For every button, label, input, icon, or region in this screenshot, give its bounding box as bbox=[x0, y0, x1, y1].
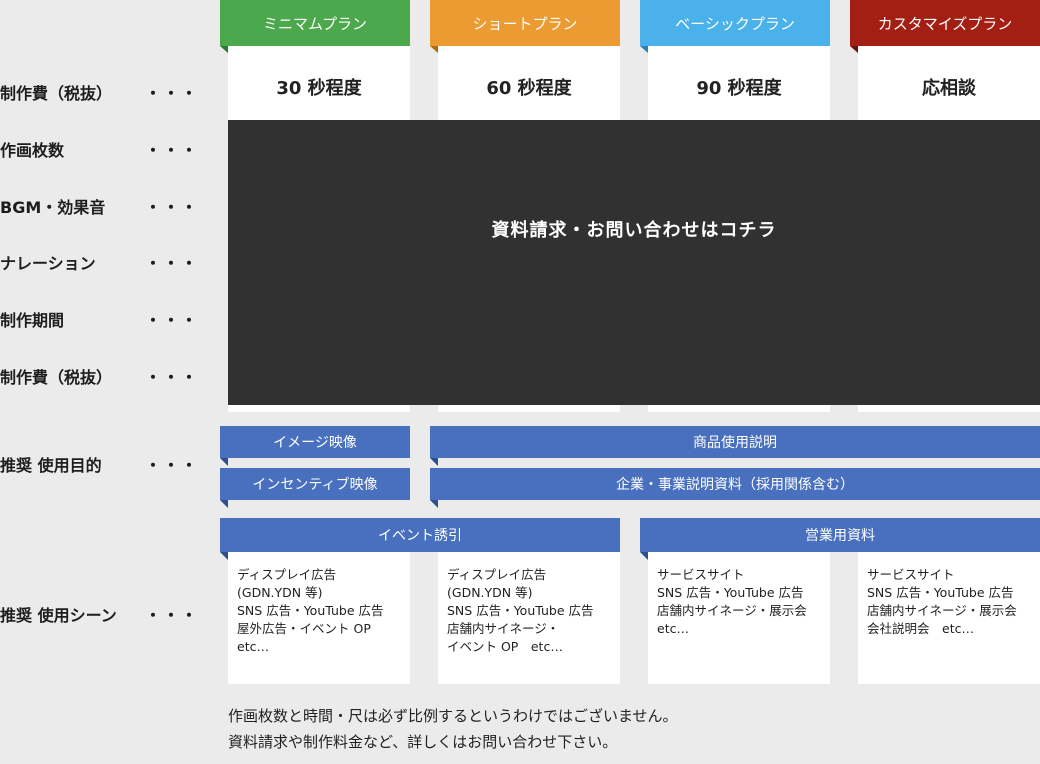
note-line-2: 資料請求や制作料金など、詳しくはお問い合わせ下さい。 bbox=[228, 733, 618, 751]
plan-price-minimum: 30 秒程度 bbox=[276, 78, 362, 99]
purpose-corporate-docs: 企業・事業説明資料（採用関係含む） bbox=[430, 468, 1040, 508]
scene-line: SNS 広告・YouTube 広告 bbox=[867, 585, 1014, 600]
plan-header-minimum[interactable]: ミニマムプラン bbox=[220, 0, 410, 46]
scene-line: 会社説明会 etc… bbox=[867, 621, 974, 636]
row-label-scene: 推奨 使用シーン ・・・ bbox=[0, 606, 200, 625]
scene-line: 店舗内サイネージ・ bbox=[447, 621, 560, 636]
purpose-event: イベント誘引 bbox=[220, 518, 620, 560]
scene-box-short: ディスプレイ広告 (GDN.YDN 等) SNS 広告・YouTube 広告 店… bbox=[438, 552, 620, 684]
row-label-bgm: BGM・効果音 ・・・ bbox=[0, 198, 200, 217]
scene-line: ディスプレイ広告 bbox=[447, 567, 547, 582]
header-fold bbox=[220, 46, 228, 53]
purpose-image-video: イメージ映像 bbox=[220, 426, 410, 466]
header-fold bbox=[640, 46, 648, 53]
purpose-product-usage: 商品使用説明 bbox=[430, 426, 1040, 466]
contact-overlay-text[interactable]: 資料請求・お問い合わせはコチラ bbox=[492, 216, 777, 242]
plan-header-basic[interactable]: ベーシックプラン bbox=[640, 0, 830, 46]
scene-line: (GDN.YDN 等) bbox=[237, 585, 323, 600]
scene-line: etc… bbox=[237, 639, 269, 654]
scene-line: ディスプレイ広告 bbox=[237, 567, 337, 582]
header-fold bbox=[430, 46, 438, 53]
purpose-incentive-video: インセンティブ映像 bbox=[220, 468, 410, 508]
note-line-1: 作画枚数と時間・尺は必ず比例するというわけではございません。 bbox=[228, 707, 678, 725]
scene-line: サービスサイト bbox=[867, 567, 955, 582]
scene-box-custom: サービスサイト SNS 広告・YouTube 広告 店舗内サイネージ・展示会 会… bbox=[858, 552, 1040, 684]
scene-line: 店舗内サイネージ・展示会 bbox=[657, 603, 807, 618]
scene-line: 店舗内サイネージ・展示会 bbox=[867, 603, 1017, 618]
scene-line: etc… bbox=[657, 621, 689, 636]
row-label-narration: ナレーション ・・・ bbox=[0, 254, 200, 273]
row-label-purpose: 推奨 使用目的 ・・・ bbox=[0, 456, 200, 475]
row-label-period: 制作期間 ・・・ bbox=[0, 311, 200, 330]
scene-box-minimum: ディスプレイ広告 (GDN.YDN 等) SNS 広告・YouTube 広告 屋… bbox=[228, 552, 410, 684]
row-label-price-2: 制作費（税抜） ・・・ bbox=[0, 368, 200, 387]
scene-line: SNS 広告・YouTube 広告 bbox=[237, 603, 384, 618]
scene-box-basic: サービスサイト SNS 広告・YouTube 広告 店舗内サイネージ・展示会 e… bbox=[648, 552, 830, 684]
header-fold bbox=[850, 46, 858, 53]
purpose-sales-docs: 営業用資料 bbox=[640, 518, 1040, 560]
contact-overlay[interactable]: 資料請求・お問い合わせはコチラ bbox=[228, 120, 1040, 405]
scene-line: サービスサイト bbox=[657, 567, 745, 582]
row-label-price: 制作費（税抜） ・・・ bbox=[0, 84, 200, 103]
row-label-frames: 作画枚数 ・・・ bbox=[0, 141, 200, 160]
plan-header-custom[interactable]: カスタマイズプラン bbox=[850, 0, 1040, 46]
scene-line: イベント OP etc… bbox=[447, 639, 563, 654]
plan-price-short: 60 秒程度 bbox=[486, 78, 572, 99]
plan-price-basic: 90 秒程度 bbox=[696, 78, 782, 99]
scene-line: SNS 広告・YouTube 広告 bbox=[657, 585, 804, 600]
scene-line: 屋外広告・イベント OP bbox=[237, 621, 371, 636]
scene-line: (GDN.YDN 等) bbox=[447, 585, 533, 600]
scene-line: SNS 広告・YouTube 広告 bbox=[447, 603, 594, 618]
plan-price-custom: 応相談 bbox=[922, 78, 976, 99]
plan-header-short[interactable]: ショートプラン bbox=[430, 0, 620, 46]
